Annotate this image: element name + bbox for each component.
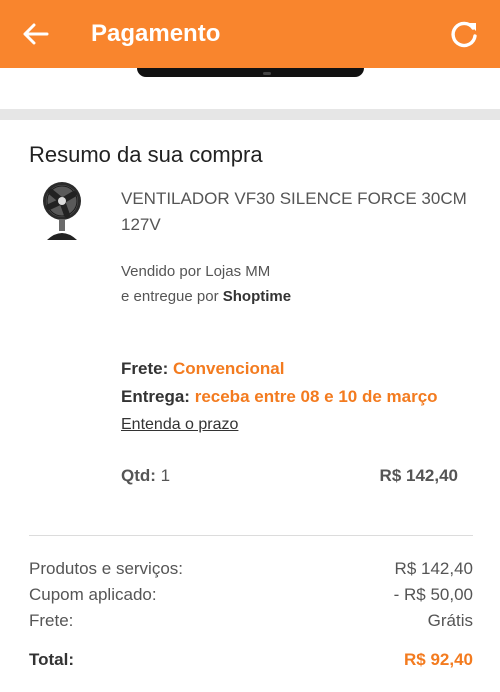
products-label: Produtos e serviços: <box>29 559 184 578</box>
entrega-label: Entrega: <box>121 387 190 406</box>
section-divider <box>0 109 500 120</box>
delivery-time-link[interactable]: Entenda o prazo <box>121 414 238 436</box>
shipping-cost-value: Grátis <box>427 611 473 630</box>
refresh-icon <box>451 21 477 48</box>
quantity: Qtd: 1 <box>121 464 170 488</box>
total-label: Total: <box>29 650 75 669</box>
coupon-row: Cupom aplicado: - R$ 50,00 <box>29 583 473 607</box>
total-value: R$ 92,40 <box>404 650 473 669</box>
sold-by-prefix: Vendido por <box>121 263 202 280</box>
seller-info: Vendido por Lojas MM e entregue por Shop… <box>121 259 291 309</box>
shipping-cost-row: Frete: Grátis <box>29 609 473 633</box>
quantity-label: Qtd: <box>121 466 156 485</box>
products-value: R$ 142,40 <box>394 559 473 578</box>
sold-by-line: Vendido por Lojas MM <box>121 259 291 284</box>
delivered-by-value: Shoptime <box>222 288 292 305</box>
quantity-value: 1 <box>160 466 171 485</box>
shipping-method-row: Frete: Convencional <box>121 357 284 381</box>
frete-value: Convencional <box>172 359 285 378</box>
app-bar: Pagamento <box>0 0 500 68</box>
products-total-row: Produtos e serviços: R$ 142,40 <box>29 557 473 581</box>
previous-card-edge <box>137 68 364 77</box>
back-button[interactable] <box>20 16 52 52</box>
divider <box>29 535 473 536</box>
item-price: R$ 142,40 <box>379 466 458 485</box>
arrow-left-icon <box>23 23 49 45</box>
coupon-value: - R$ 50,00 <box>393 585 473 604</box>
entrega-value: receba entre 08 e 10 de março <box>194 387 438 406</box>
coupon-label: Cupom aplicado: <box>29 585 157 604</box>
fan-icon <box>43 182 81 240</box>
frete-label: Frete: <box>121 359 169 378</box>
summary-title: Resumo da sua compra <box>29 142 263 167</box>
delivered-by-line: e entregue por Shoptime <box>121 284 291 309</box>
sold-by-value: Lojas MM <box>205 263 271 280</box>
delivery-window-row: Entrega: receba entre 08 e 10 de março <box>121 385 438 409</box>
grand-total-row: Total: R$ 92,40 <box>29 648 473 672</box>
product-name: VENTILADOR VF30 SILENCE FORCE 30CM 127V <box>121 189 467 234</box>
shipping-cost-label: Frete: <box>29 611 74 630</box>
refresh-button[interactable] <box>446 16 482 52</box>
page-title: Pagamento <box>91 20 221 47</box>
delivered-by-prefix: e entregue por <box>121 288 219 305</box>
